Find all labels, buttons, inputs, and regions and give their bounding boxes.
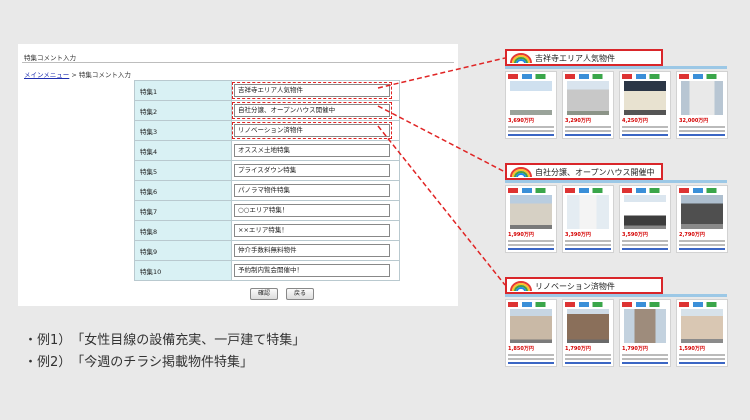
- listing-card[interactable]: 2,790万円: [676, 185, 728, 253]
- listing-photo: [567, 81, 609, 115]
- listing-card[interactable]: 1,990万円: [505, 185, 557, 253]
- feature-label: 特集2: [134, 100, 232, 121]
- feature-6-input[interactable]: パノラマ物件特集: [234, 184, 390, 197]
- form-row-feature-8: 特集8 ××エリア特集！: [134, 220, 400, 241]
- listing-photo: [567, 195, 609, 229]
- listing-price: 1,850万円: [508, 346, 534, 352]
- feature-10-input[interactable]: 予約制内覧会開催中！: [234, 264, 390, 277]
- breadcrumb-separator: >: [69, 71, 79, 79]
- listing-card[interactable]: 1,590万円: [676, 299, 728, 367]
- featured-section-header: 自社分譲、オープンハウス開催中: [505, 163, 663, 180]
- listing-card[interactable]: 32,000万円: [676, 71, 728, 139]
- listing-price: 1,990万円: [508, 232, 534, 238]
- listing-price: 1,590万円: [679, 346, 705, 352]
- listing-card[interactable]: 1,850万円: [505, 299, 557, 367]
- title-divider: [22, 62, 454, 63]
- back-button[interactable]: 戻る: [286, 288, 314, 300]
- listing-card[interactable]: 3,290万円: [562, 71, 614, 139]
- form-row-feature-5: 特集5 プライスダウン特集: [134, 160, 400, 181]
- listing-price: 2,790万円: [679, 232, 705, 238]
- breadcrumb: メインメニュー > 特集コメント入力: [24, 69, 131, 79]
- listing-photo: [624, 195, 666, 229]
- listing-price: 1,790万円: [565, 346, 591, 352]
- listing-card[interactable]: 4,250万円: [619, 71, 671, 139]
- featured-section-3: リノベーション済物件 1,850万円 1,790万円 1,790万円 1,590…: [505, 277, 728, 397]
- featured-section-2: 自社分譲、オープンハウス開催中 1,990万円 3,390万円 3,590万円 …: [505, 163, 728, 278]
- feature-label: 特集6: [134, 180, 232, 201]
- feature-9-input[interactable]: 仲介手数料無料物件: [234, 244, 390, 257]
- feature-label: 特集1: [134, 80, 232, 101]
- featured-section-title: 自社分譲、オープンハウス開催中: [535, 168, 655, 177]
- comment-input-panel: 特集コメント入力 メインメニュー > 特集コメント入力 特集1 吉祥寺エリア人気…: [18, 44, 458, 306]
- example-1: ・例1） 「女性目線の設備充実、一戸建て特集」: [24, 333, 306, 348]
- listing-price: 4,250万円: [622, 118, 648, 124]
- listing-card[interactable]: 1,790万円: [562, 299, 614, 367]
- form-row-feature-1: 特集1 吉祥寺エリア人気物件: [134, 80, 400, 101]
- feature-label: 特集9: [134, 240, 232, 261]
- form-row-feature-6: 特集6 パノラマ物件特集: [134, 180, 400, 201]
- featured-section-header: 吉祥寺エリア人気物件: [505, 49, 663, 66]
- feature-5-input[interactable]: プライスダウン特集: [234, 164, 390, 177]
- listing-photo: [681, 195, 723, 229]
- form-row-feature-4: 特集4 オススメ土地特集: [134, 140, 400, 161]
- rainbow-icon: [510, 281, 532, 291]
- breadcrumb-current: 特集コメント入力: [78, 71, 131, 79]
- form-row-feature-3: 特集3 リノベーション済物件: [134, 120, 400, 141]
- feature-4-input[interactable]: オススメ土地特集: [234, 144, 390, 157]
- rainbow-icon: [510, 167, 532, 177]
- listing-price: 3,690万円: [508, 118, 534, 124]
- listing-photo: [624, 81, 666, 115]
- examples-list: ・例1） 「女性目線の設備充実、一戸建て特集」 ・例2） 「今週のチラシ掲載物件…: [24, 330, 305, 374]
- example-2: ・例2） 「今週のチラシ掲載物件特集」: [24, 355, 254, 370]
- listing-price: 3,290万円: [565, 118, 591, 124]
- featured-section-title: 吉祥寺エリア人気物件: [535, 54, 615, 63]
- listing-card[interactable]: 3,390万円: [562, 185, 614, 253]
- form-row-feature-7: 特集7 ○○エリア特集！: [134, 200, 400, 221]
- feature-label: 特集10: [134, 260, 232, 281]
- feature-comment-form: 特集1 吉祥寺エリア人気物件 特集2 自社分譲、オープンハウス開催中 特集3 リ…: [134, 80, 400, 281]
- confirm-button[interactable]: 確認: [250, 288, 278, 300]
- form-row-feature-10: 特集10 予約制内覧会開催中！: [134, 260, 400, 281]
- feature-1-input[interactable]: 吉祥寺エリア人気物件: [232, 82, 392, 99]
- feature-label: 特集7: [134, 200, 232, 221]
- featured-section-title: リノベーション済物件: [535, 282, 615, 291]
- rainbow-icon: [510, 53, 532, 63]
- listing-photo: [681, 81, 723, 115]
- listing-card[interactable]: 1,790万円: [619, 299, 671, 367]
- feature-label: 特集4: [134, 140, 232, 161]
- listing-card[interactable]: 3,590万円: [619, 185, 671, 253]
- feature-label: 特集3: [134, 120, 232, 141]
- listing-photo: [624, 309, 666, 343]
- listing-price: 3,590万円: [622, 232, 648, 238]
- form-row-feature-9: 特集9 仲介手数料無料物件: [134, 240, 400, 261]
- feature-8-input[interactable]: ××エリア特集！: [234, 224, 390, 237]
- listing-price: 3,390万円: [565, 232, 591, 238]
- listing-card[interactable]: 3,690万円: [505, 71, 557, 139]
- listing-price: 32,000万円: [679, 118, 709, 124]
- feature-label: 特集5: [134, 160, 232, 181]
- featured-section-1: 吉祥寺エリア人気物件 3,690万円 3,290万円 4,250万円 32,00…: [505, 49, 728, 164]
- page-title: 特集コメント入力: [24, 54, 76, 62]
- listing-photo: [681, 309, 723, 343]
- listing-photo: [510, 309, 552, 343]
- feature-3-input[interactable]: リノベーション済物件: [232, 122, 392, 139]
- featured-section-header: リノベーション済物件: [505, 277, 663, 294]
- listing-photo: [510, 195, 552, 229]
- listing-price: 1,790万円: [622, 346, 648, 352]
- form-row-feature-2: 特集2 自社分譲、オープンハウス開催中: [134, 100, 400, 121]
- listing-photo: [510, 81, 552, 115]
- feature-2-input[interactable]: 自社分譲、オープンハウス開催中: [232, 102, 392, 119]
- feature-label: 特集8: [134, 220, 232, 241]
- feature-7-input[interactable]: ○○エリア特集！: [234, 204, 390, 217]
- breadcrumb-main-menu-link[interactable]: メインメニュー: [24, 71, 69, 79]
- listing-photo: [567, 309, 609, 343]
